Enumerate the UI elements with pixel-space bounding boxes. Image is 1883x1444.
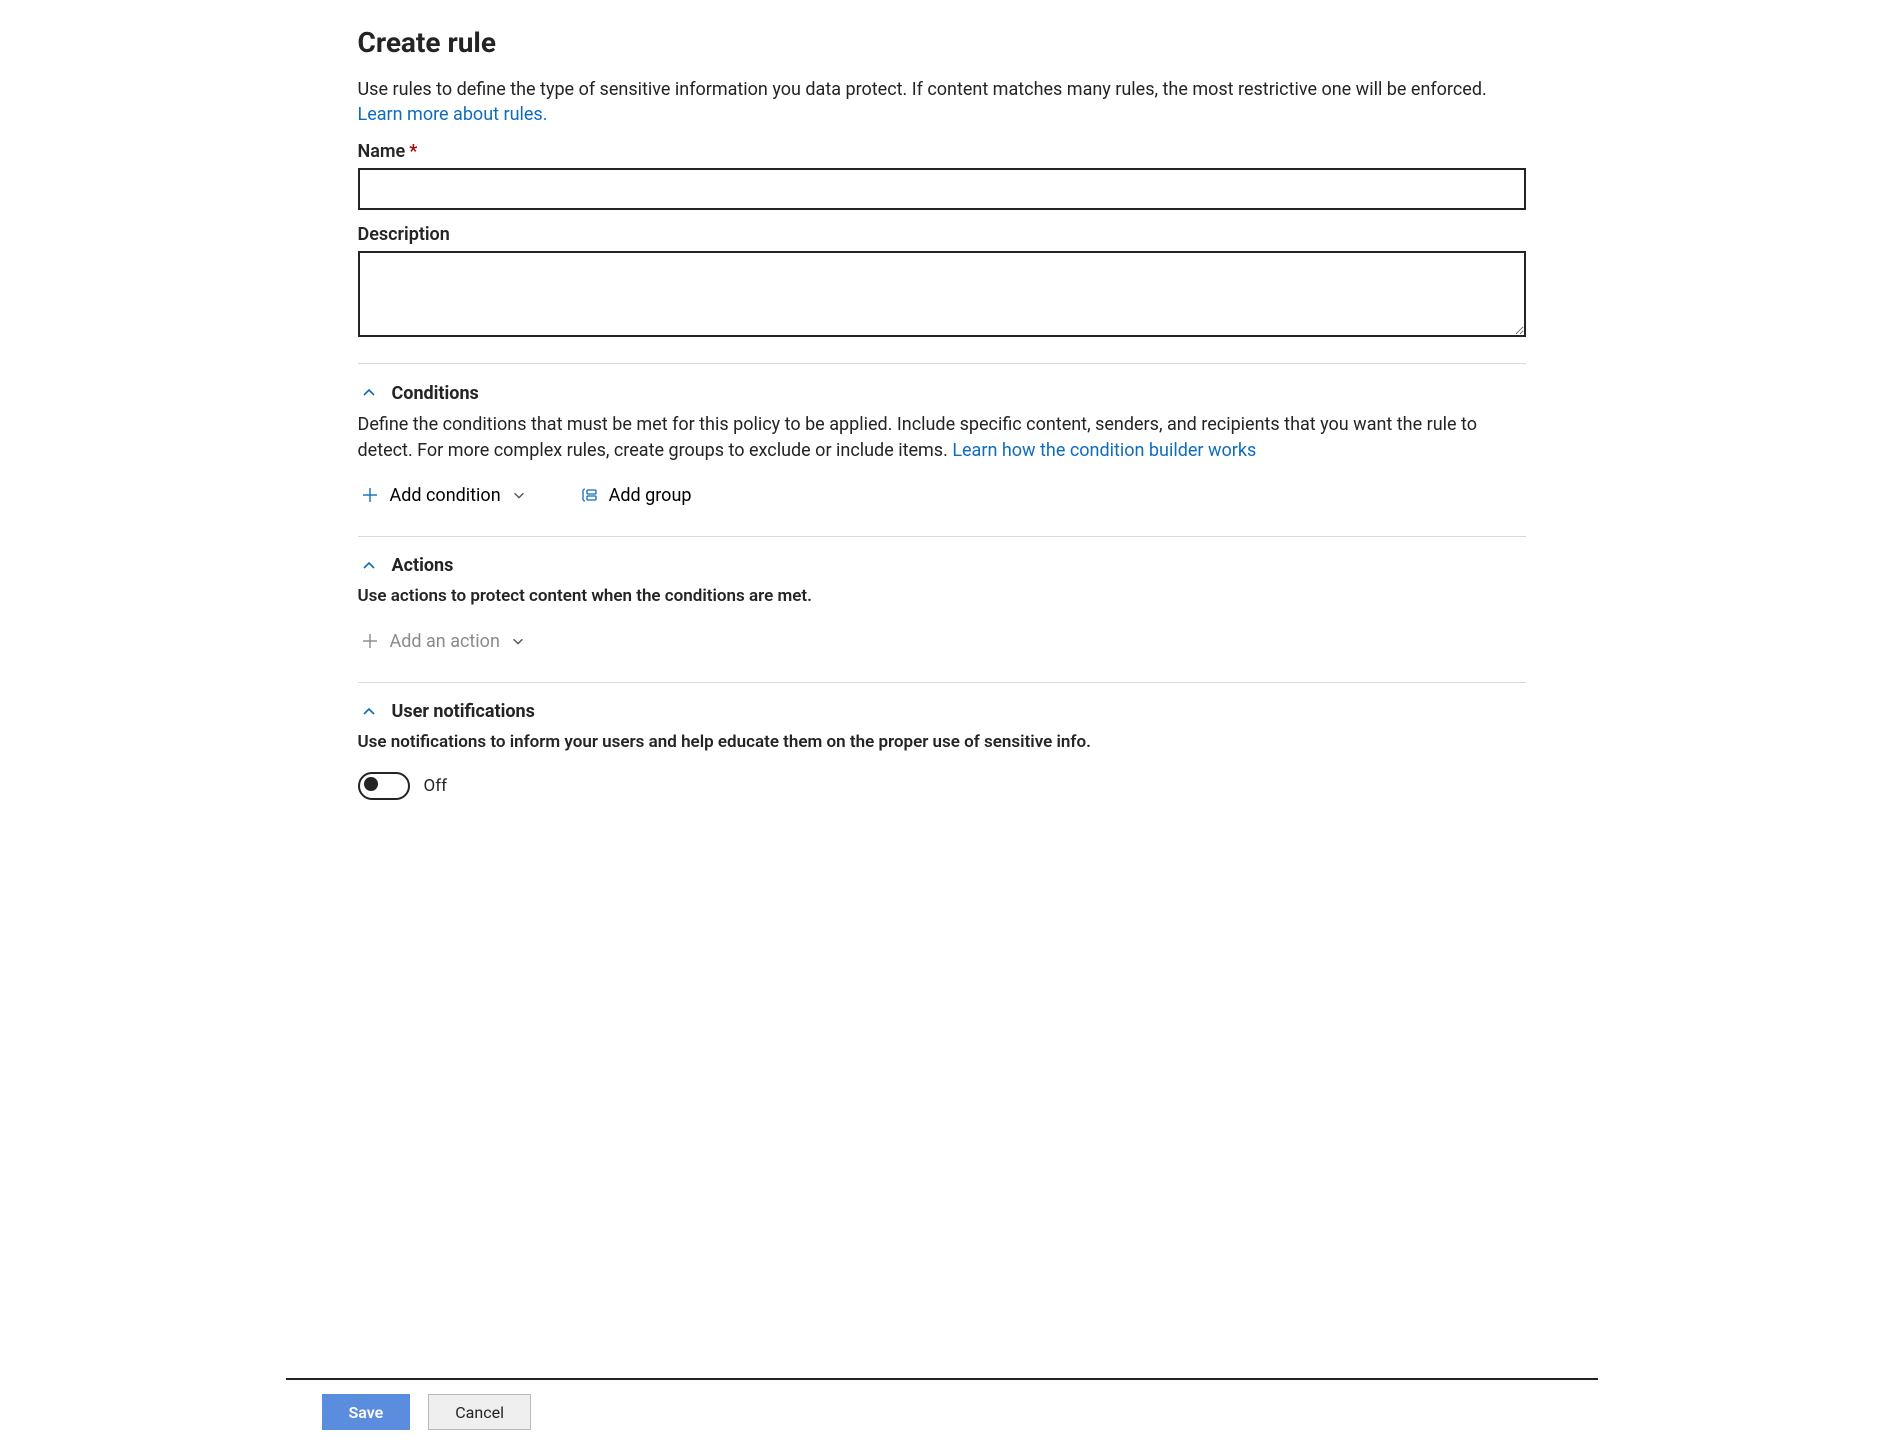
conditions-desc-text: Define the conditions that must be met f… <box>358 414 1477 460</box>
required-asterisk: * <box>409 141 417 162</box>
notifications-toggle[interactable] <box>358 772 410 800</box>
conditions-title: Conditions <box>392 383 479 404</box>
plus-icon <box>360 485 380 505</box>
divider <box>358 682 1526 683</box>
add-action-button[interactable]: Add an action <box>358 627 528 656</box>
conditions-command-row: Add condition Add group <box>358 481 1526 510</box>
name-input[interactable] <box>358 168 1526 210</box>
add-group-label: Add group <box>609 485 692 506</box>
actions-command-row: Add an action <box>358 627 1526 656</box>
actions-title: Actions <box>392 555 454 576</box>
user-notifications-title: User notifications <box>392 701 535 722</box>
chevron-down-icon <box>511 487 527 503</box>
toggle-knob <box>364 777 378 791</box>
actions-section-header[interactable]: Actions <box>358 555 1526 577</box>
description-input[interactable] <box>358 251 1526 337</box>
user-notifications-description: Use notifications to inform your users a… <box>358 731 1526 755</box>
user-notifications-section-header[interactable]: User notifications <box>358 701 1526 723</box>
save-button[interactable]: Save <box>322 1394 411 1430</box>
chevron-up-icon <box>358 382 380 404</box>
add-condition-label: Add condition <box>390 485 501 506</box>
plus-icon <box>360 631 380 651</box>
notifications-toggle-row: Off <box>358 772 1526 800</box>
group-icon <box>579 485 599 505</box>
cancel-button[interactable]: Cancel <box>428 1394 531 1430</box>
conditions-description: Define the conditions that must be met f… <box>358 412 1526 462</box>
add-condition-button[interactable]: Add condition <box>358 481 529 510</box>
add-action-label: Add an action <box>390 631 500 652</box>
learn-more-rules-link[interactable]: Learn more about rules. <box>358 104 548 125</box>
conditions-section-header[interactable]: Conditions <box>358 382 1526 404</box>
intro-text: Use rules to define the type of sensitiv… <box>358 77 1526 127</box>
chevron-up-icon <box>358 555 380 577</box>
notifications-toggle-label: Off <box>424 776 448 796</box>
chevron-up-icon <box>358 701 380 723</box>
add-group-button[interactable]: Add group <box>577 481 694 510</box>
intro-text-body: Use rules to define the type of sensitiv… <box>358 79 1487 100</box>
description-field-label: Description <box>358 224 1526 245</box>
actions-description: Use actions to protect content when the … <box>358 585 1526 609</box>
divider <box>358 363 1526 364</box>
name-label-text: Name <box>358 141 406 162</box>
page-title: Create rule <box>358 26 1526 59</box>
footer-bar: Save Cancel <box>0 1378 1883 1444</box>
divider <box>358 536 1526 537</box>
chevron-down-icon <box>510 633 526 649</box>
condition-builder-link[interactable]: Learn how the condition builder works <box>952 440 1256 461</box>
name-field-label: Name* <box>358 141 1526 162</box>
